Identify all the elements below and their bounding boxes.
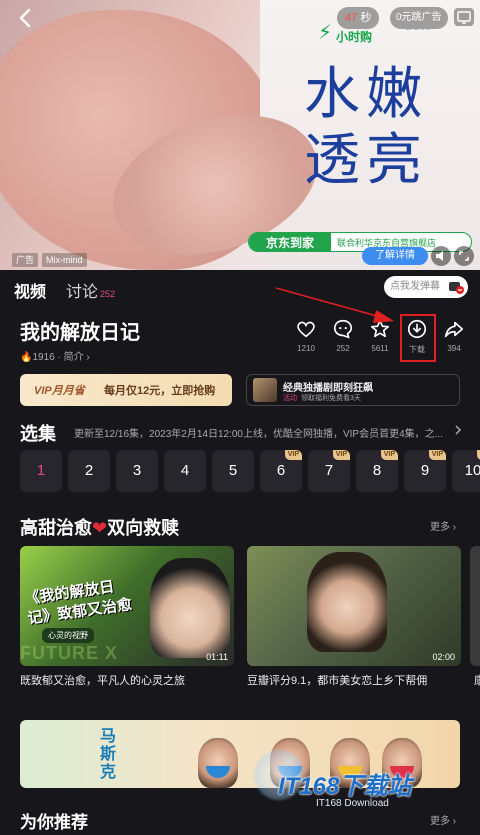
episode-button[interactable]: 10VIP [452,450,480,492]
episode-button[interactable]: 8 VIP [356,450,398,492]
thumbnail-person [150,558,230,658]
show-title: 我的解放日记 [20,322,140,344]
episode-button[interactable]: 7 VIP [308,450,350,492]
episode-list: 123456VIP7VIP8VIP9VIP10VIP [20,450,480,492]
flame-icon: 🔥 [20,352,33,363]
ad-video-player[interactable]: 47 秒 0元跳广告 ⚡ 小时购 Dove 水嫩透亮 京东到家 联合利华京东自营… [0,0,480,270]
heart-icon [297,321,315,338]
video-card-title[interactable]: 既致郁又治愈，平凡人的心灵之旅 [20,672,185,688]
back-icon[interactable] [14,6,38,30]
video-card[interactable]: 02:00 [247,546,461,666]
episode-button[interactable]: 9 VIP [404,450,446,492]
dove-logo: Dove [406,22,432,33]
ad-slogan: 水嫩透亮 [304,62,428,193]
recommend-heading: 高甜治愈❤双向救赎 [20,518,180,538]
promo-banner[interactable]: 经典独播剧即刻狂飙 活动 领取福利免费看3天 [246,374,460,406]
episode-button[interactable]: 3 [116,450,158,492]
vip-badge: VIP [332,450,350,460]
for-you-heading: 为你推荐 [20,813,88,832]
video-card-title[interactable]: 康 [474,672,480,688]
learn-more-button[interactable]: 了解详情 [362,247,428,265]
fullscreen-icon[interactable] [454,246,474,266]
brand-logo: ⚡ 小时购 [318,22,373,44]
show-meta[interactable]: 🔥1916 · 简介 › [20,348,90,363]
thumbnail-person [307,552,387,652]
bolt-icon: ⚡ [318,22,333,44]
chevron-right-icon[interactable] [452,424,464,436]
vip-badge: VIP [380,450,398,460]
episode-button[interactable]: 4 [164,450,206,492]
danmaku-toggle-icon[interactable] [448,279,464,295]
promo-thumbnail [253,378,277,402]
tv-cast-icon[interactable] [454,8,474,26]
tab-video[interactable]: 视频 [14,278,46,302]
heart-icon: ❤ [92,518,108,538]
star-icon [370,319,390,338]
episode-button[interactable]: 5 [212,450,254,492]
watermark: IT168下载站 IT168 Download [252,742,472,822]
download-highlight-box [400,314,436,362]
danmaku-input[interactable]: 点我发弹幕 [384,276,468,298]
video-card[interactable]: FUTURE X 《我的解放日记》致郁又治愈 心灵的视野 01:11 [20,546,234,666]
episode-button[interactable]: 1 [20,450,62,492]
comment-button[interactable]: 252 [328,318,358,353]
more-link[interactable]: 更多 › [430,518,456,533]
vip-badge: VIP [284,450,302,460]
ad-label: 广告 [12,253,39,267]
more-link[interactable]: 更多 › [430,812,456,827]
episode-button[interactable]: 2 [68,450,110,492]
share-button[interactable]: 394 [439,318,469,353]
favorite-button[interactable]: 5611 [365,318,395,353]
share-icon [444,321,464,338]
episodes-info[interactable]: 更新至12/16集，2023年2月14日12:00上线，优酷全网独播，VIP会员… [74,425,452,440]
comment-icon [333,319,353,339]
duration: 01:11 [206,652,228,662]
like-button[interactable]: 1210 [291,318,321,353]
episode-button[interactable]: 6 VIP [260,450,302,492]
video-card-title[interactable]: 豆瓣评分9.1，都市美女恋上乡下帮佣 [247,672,427,688]
banner-person [198,738,238,788]
video-card[interactable] [470,546,480,666]
volume-icon[interactable] [431,246,451,266]
vip-purchase-banner[interactable]: VIP月月省 每月仅12元，立即抢购 [20,374,232,406]
duration: 02:00 [432,652,455,662]
ad-brand-label: Mix-mind [42,253,87,267]
episodes-heading: 选集 [20,424,56,444]
vip-badge: VIP [428,450,446,460]
tab-discuss[interactable]: 讨论 252 [66,278,115,302]
